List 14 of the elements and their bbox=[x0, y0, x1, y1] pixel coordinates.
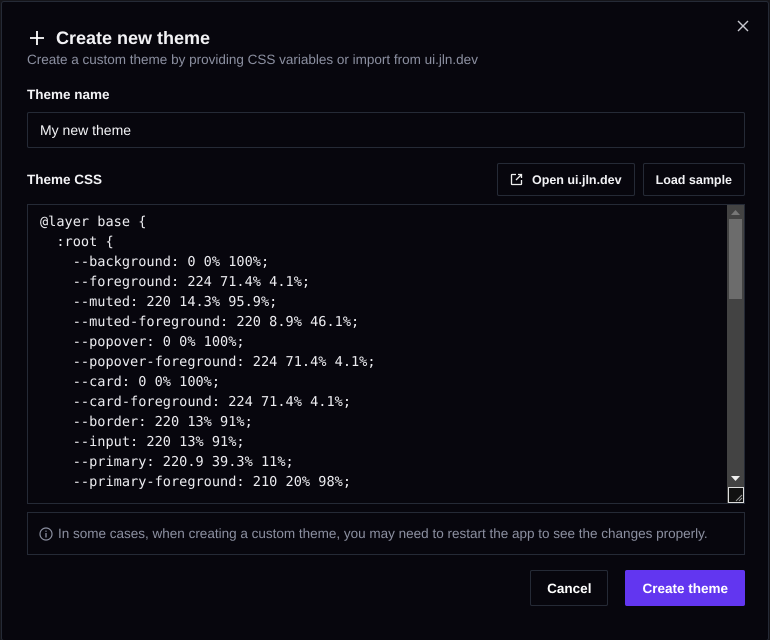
close-icon[interactable] bbox=[737, 20, 749, 32]
theme-name-field[interactable]: My new theme bbox=[27, 112, 745, 148]
cancel-button[interactable]: Cancel bbox=[530, 570, 608, 606]
info-text: In some cases, when creating a custom theme, you may need to restart the app to see the changes properly. bbox=[58, 526, 708, 541]
load-sample-button[interactable]: Load sample bbox=[642, 163, 745, 196]
external-link-icon bbox=[510, 173, 523, 186]
dialog-description: Create a custom theme by providing CSS variables or import from ui.jln.dev bbox=[27, 52, 479, 67]
field-label: Theme name bbox=[27, 87, 111, 102]
dialog-title: Create new theme bbox=[56, 28, 210, 48]
create-button[interactable]: Create theme bbox=[625, 570, 745, 606]
plus-icon bbox=[29, 30, 45, 46]
open-link-button[interactable]: Open ui.jln.dev bbox=[496, 163, 635, 196]
field-label: Theme CSS bbox=[27, 172, 102, 187]
info-icon bbox=[39, 526, 53, 540]
